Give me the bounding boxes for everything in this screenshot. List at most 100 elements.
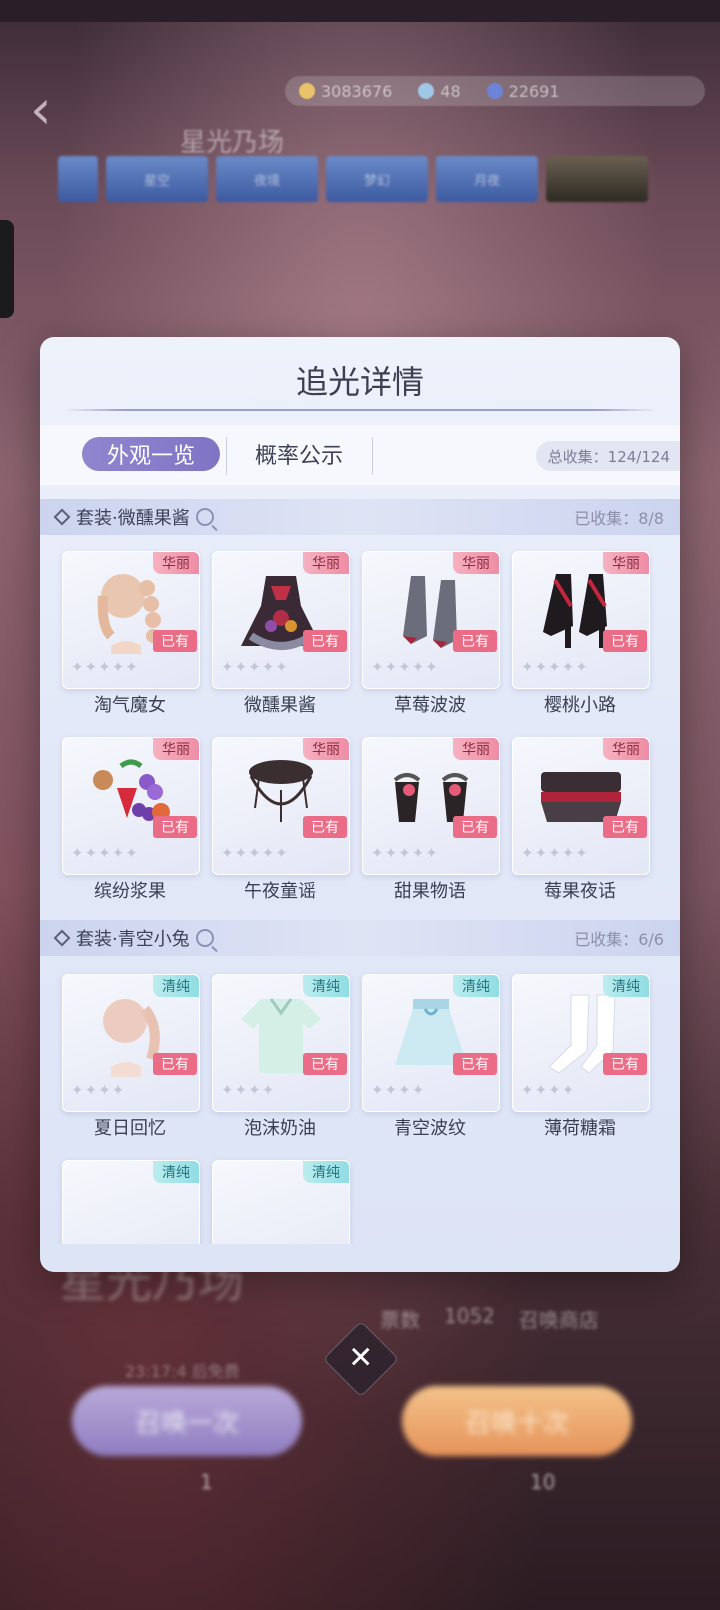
item-tile[interactable]: 华丽 已有 ✦✦✦✦✦ 莓果夜话 <box>512 737 650 907</box>
item-name: 淘气魔女 <box>94 695 166 716</box>
owned-badge: 已有 <box>453 630 497 652</box>
owned-badge: 已有 <box>153 630 197 652</box>
currency-crystal: 22691 <box>486 82 560 101</box>
draw-ten-button[interactable]: 召唤十次 <box>402 1386 632 1456</box>
crystal-icon <box>486 83 503 99</box>
item-name: 莓果夜话 <box>544 881 616 902</box>
pool-tabs: 星空 夜境 梦幻 月夜 <box>58 156 648 202</box>
rarity-badge: 华丽 <box>303 738 349 760</box>
pool-tab[interactable]: 星空 <box>106 156 208 202</box>
pool-tab[interactable] <box>58 156 98 202</box>
banner-title: 星光乃场 <box>180 128 285 158</box>
item-card[interactable]: 华丽 已有 ✦✦✦✦✦ <box>62 737 200 875</box>
search-icon[interactable] <box>195 508 214 526</box>
item-card[interactable]: 华丽 已有 ✦✦✦✦✦ <box>212 737 350 875</box>
star-rating: ✦✦✦✦ <box>71 1081 126 1099</box>
bottom-info: 票数 1052 召唤商店 <box>380 1304 599 1333</box>
tab-divider <box>372 437 373 475</box>
item-card[interactable]: 清纯 已有 ✦✦✦✦ <box>512 974 650 1112</box>
section-header: 套装·微醺果酱 已收集：8/8 <box>40 499 680 535</box>
item-tile[interactable]: 清纯 已有 ✦✦✦✦ 泡沫奶油 <box>212 974 350 1144</box>
title-divider <box>64 409 656 411</box>
modal-tabbar: 外观一览 概率公示 总收集：124/124 <box>40 425 680 485</box>
item-name: 夏日回忆 <box>94 1118 166 1139</box>
item-card[interactable]: 清纯 已有 ✦✦✦✦ <box>362 974 500 1112</box>
rarity-badge: 华丽 <box>453 738 499 760</box>
rarity-badge: 华丽 <box>303 552 349 574</box>
shop-link[interactable]: 召唤商店 <box>519 1304 599 1333</box>
currency-bar: 3083676 48 22691 <box>285 76 705 106</box>
section-title: 套装·微醺果酱 <box>76 508 190 529</box>
rarity-badge: 清纯 <box>153 1161 199 1183</box>
diamond-bullet-icon <box>53 929 71 947</box>
owned-badge: 已有 <box>603 1053 647 1075</box>
item-tile[interactable]: 清纯 已有 ✦✦✦✦ 薄荷糖霜 <box>512 974 650 1144</box>
item-card[interactable]: 清纯 <box>212 1160 350 1244</box>
item-tile[interactable]: 华丽 已有 ✦✦✦✦✦ 甜果物语 <box>362 737 500 907</box>
item-card[interactable]: 华丽 已有 ✦✦✦✦✦ <box>362 551 500 689</box>
star-rating: ✦✦✦✦✦ <box>371 658 439 676</box>
gold-coin-icon <box>299 83 315 99</box>
item-card[interactable]: 华丽 已有 ✦✦✦✦✦ <box>62 551 200 689</box>
star-rating: ✦✦✦✦✦ <box>221 844 289 862</box>
item-name: 樱桃小路 <box>544 695 616 716</box>
item-card[interactable]: 华丽 已有 ✦✦✦✦✦ <box>512 737 650 875</box>
back-arrow-icon[interactable]: ‹ <box>30 83 74 137</box>
free-timer: 23:17:4 后免费 <box>125 1362 240 1381</box>
item-name: 甜果物语 <box>394 881 466 902</box>
tab-appearance[interactable]: 外观一览 <box>82 437 220 471</box>
rarity-badge: 清纯 <box>603 975 649 997</box>
side-handle[interactable] <box>0 220 14 318</box>
rarity-badge: 华丽 <box>153 552 199 574</box>
owned-badge: 已有 <box>153 816 197 838</box>
tab-probability[interactable]: 概率公示 <box>236 437 362 471</box>
item-list[interactable]: 套装·微醺果酱 已收集：8/8 华丽 已有 ✦✦✦✦✦ 淘气魔女 华丽 已有 ✦… <box>40 499 680 1244</box>
item-tile[interactable]: 清纯 <box>62 1160 200 1244</box>
ticket-value: 1052 <box>444 1304 495 1328</box>
rarity-badge: 华丽 <box>603 552 649 574</box>
star-rating: ✦✦✦✦ <box>221 1081 276 1099</box>
star-rating: ✦✦✦✦ <box>371 1081 426 1099</box>
rarity-badge: 华丽 <box>603 738 649 760</box>
owned-badge: 已有 <box>453 1053 497 1075</box>
item-name: 泡沫奶油 <box>244 1118 316 1139</box>
star-rating: ✦✦✦✦✦ <box>521 844 589 862</box>
section-header: 套装·青空小兔 已收集：6/6 <box>40 920 680 956</box>
owned-badge: 已有 <box>453 816 497 838</box>
item-card[interactable]: 华丽 已有 ✦✦✦✦✦ <box>512 551 650 689</box>
draw-one-button[interactable]: 召唤一次 <box>72 1386 302 1456</box>
item-card[interactable]: 华丽 已有 ✦✦✦✦✦ <box>362 737 500 875</box>
item-tile[interactable]: 清纯 已有 ✦✦✦✦ 夏日回忆 <box>62 974 200 1144</box>
diamond-icon <box>418 83 435 99</box>
star-rating: ✦✦✦✦ <box>521 1081 576 1099</box>
owned-badge: 已有 <box>603 816 647 838</box>
star-rating: ✦✦✦✦✦ <box>371 844 439 862</box>
pool-tab-active[interactable] <box>546 156 648 202</box>
cost-one: 1 <box>200 1470 213 1494</box>
item-tile[interactable]: 清纯 <box>212 1160 350 1244</box>
item-tile[interactable]: 清纯 已有 ✦✦✦✦ 青空波纹 <box>362 974 500 1144</box>
section-title: 套装·青空小兔 <box>76 929 190 950</box>
item-tile[interactable]: 华丽 已有 ✦✦✦✦✦ 草莓波波 <box>362 551 500 721</box>
pool-tab[interactable]: 夜境 <box>216 156 318 202</box>
owned-badge: 已有 <box>303 630 347 652</box>
item-tile[interactable]: 华丽 已有 ✦✦✦✦✦ 樱桃小路 <box>512 551 650 721</box>
section-count: 已收集：8/8 <box>574 509 664 528</box>
item-card[interactable]: 清纯 已有 ✦✦✦✦ <box>62 974 200 1112</box>
rarity-badge: 华丽 <box>453 552 499 574</box>
total-collect-badge: 总收集：124/124 <box>535 441 680 471</box>
item-tile[interactable]: 华丽 已有 ✦✦✦✦✦ 午夜童谣 <box>212 737 350 907</box>
rarity-badge: 清纯 <box>153 975 199 997</box>
item-tile[interactable]: 华丽 已有 ✦✦✦✦✦ 缤纷浆果 <box>62 737 200 907</box>
pool-tab[interactable]: 梦幻 <box>326 156 428 202</box>
rarity-badge: 清纯 <box>453 975 499 997</box>
rarity-badge: 华丽 <box>153 738 199 760</box>
search-icon[interactable] <box>195 929 214 947</box>
item-card[interactable]: 华丽 已有 ✦✦✦✦✦ <box>212 551 350 689</box>
item-tile[interactable]: 华丽 已有 ✦✦✦✦✦ 淘气魔女 <box>62 551 200 721</box>
item-card[interactable]: 清纯 <box>62 1160 200 1244</box>
pool-tab[interactable]: 月夜 <box>436 156 538 202</box>
item-tile[interactable]: 华丽 已有 ✦✦✦✦✦ 微醺果酱 <box>212 551 350 721</box>
item-card[interactable]: 清纯 已有 ✦✦✦✦ <box>212 974 350 1112</box>
modal-title: 追光详情 <box>295 363 424 401</box>
